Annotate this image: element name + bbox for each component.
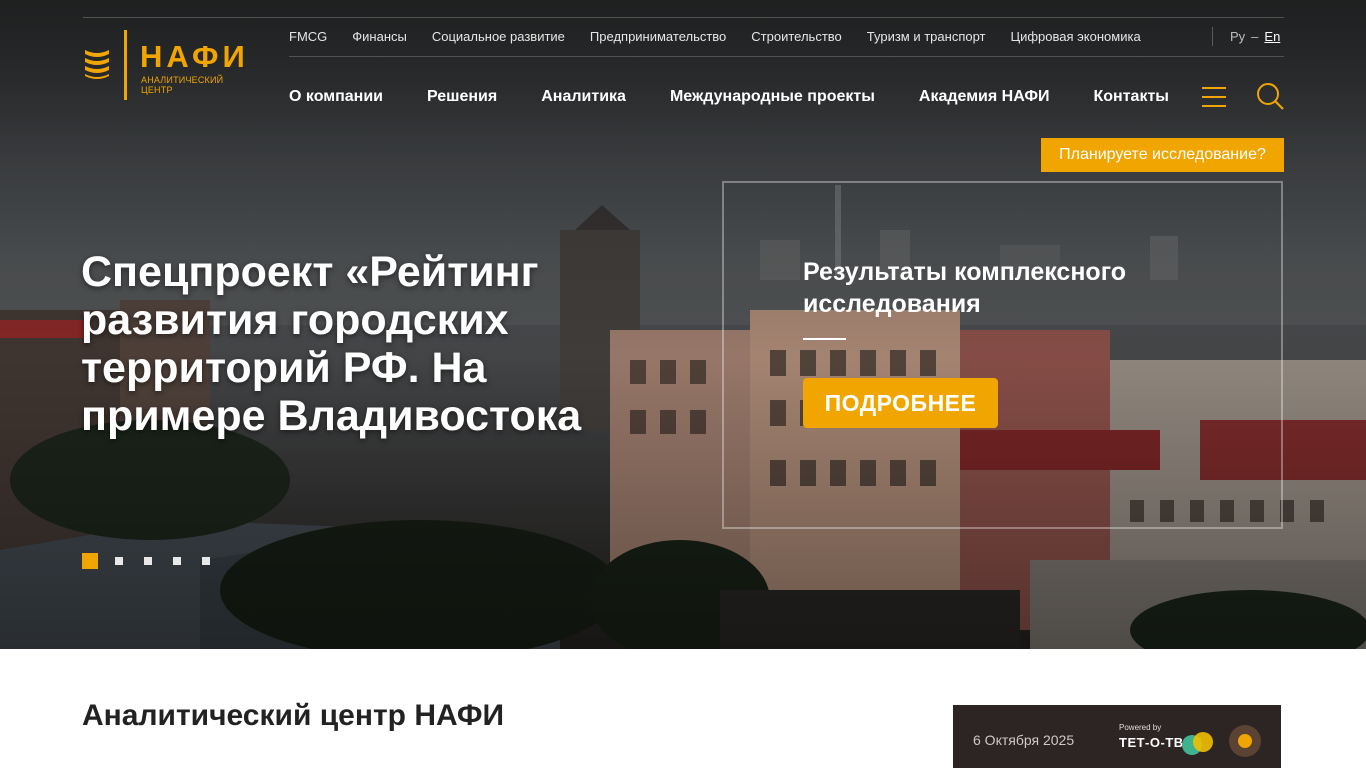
sector-link-digital[interactable]: Цифровая экономика xyxy=(1010,28,1140,46)
podcast-widget[interactable]: 6 Октября 2025 Powered by ТЕТ-О-ТВЕТ xyxy=(953,705,1281,768)
sector-nav: FMCG Финансы Социальное развитие Предпри… xyxy=(289,28,1166,46)
more-button[interactable]: ПОДРОБНЕЕ xyxy=(803,378,998,428)
plan-research-button[interactable]: Планируете исследование? xyxy=(1041,138,1284,172)
slider-dot-5[interactable] xyxy=(202,557,210,565)
hero-title: Спецпроект «Рейтинг развития городских т… xyxy=(81,248,582,440)
header-top-divider xyxy=(83,17,1284,18)
play-icon[interactable] xyxy=(1229,725,1261,757)
sector-link-construction[interactable]: Строительство xyxy=(751,28,841,46)
nav-international[interactable]: Международные проекты xyxy=(670,86,875,108)
nav-solutions[interactable]: Решения xyxy=(427,86,497,108)
podcast-date: 6 Октября 2025 xyxy=(973,732,1075,748)
sector-link-business[interactable]: Предпринимательство xyxy=(590,28,726,46)
lang-ru-link[interactable]: Ру xyxy=(1230,29,1245,44)
nav-analytics[interactable]: Аналитика xyxy=(541,86,626,108)
logo-subtitle: аналитический центр xyxy=(141,75,224,95)
section-title: Аналитический центр НАФИ xyxy=(82,699,505,732)
sector-link-tourism[interactable]: Туризм и транспорт xyxy=(867,28,986,46)
hero-banner: НАФИ аналитический центр FMCG Финансы Со… xyxy=(0,0,1366,649)
sector-link-social[interactable]: Социальное развитие xyxy=(432,28,565,46)
main-nav: О компании Решения Аналитика Международн… xyxy=(289,86,1213,108)
lang-dash: – xyxy=(1251,29,1259,44)
sector-link-finance[interactable]: Финансы xyxy=(352,28,407,46)
hamburger-icon[interactable] xyxy=(1202,87,1226,107)
slider-dot-4[interactable] xyxy=(173,557,181,565)
lang-en-link[interactable]: En xyxy=(1264,29,1280,44)
logo-divider xyxy=(124,30,127,100)
logo-name: НАФИ xyxy=(140,39,249,74)
podcast-powered-label: Powered by xyxy=(1119,723,1162,732)
slider-dot-2[interactable] xyxy=(115,557,123,565)
hero-info-box: Результаты комплексного исследования ПОД… xyxy=(722,181,1283,529)
nav-academy[interactable]: Академия НАФИ xyxy=(919,86,1050,108)
search-icon[interactable] xyxy=(1256,82,1284,110)
header-mid-divider xyxy=(289,56,1284,57)
slider-dot-1[interactable] xyxy=(82,553,98,569)
info-divider xyxy=(803,338,846,340)
nav-about[interactable]: О компании xyxy=(289,86,383,108)
slider-dot-3[interactable] xyxy=(144,557,152,565)
sector-link-fmcg[interactable]: FMCG xyxy=(289,28,327,46)
speech-bubbles-icon xyxy=(1182,732,1213,755)
language-switcher: Ру – En xyxy=(1230,28,1280,46)
info-title: Результаты комплексного исследования xyxy=(803,258,1127,318)
lang-divider xyxy=(1212,27,1213,46)
slider-pagination xyxy=(82,553,231,569)
nav-contacts[interactable]: Контакты xyxy=(1094,86,1169,108)
logo-coins-icon xyxy=(85,50,109,79)
logo[interactable]: НАФИ аналитический центр xyxy=(83,30,253,100)
